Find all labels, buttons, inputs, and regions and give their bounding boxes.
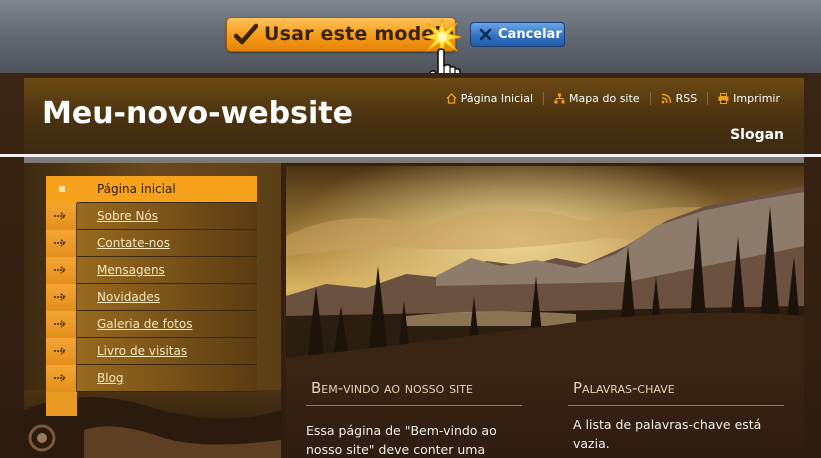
keywords-heading: Palavras-chave (573, 379, 675, 397)
menu-item-label: Página inicial (97, 182, 176, 196)
menu-item-label: Contate-nos (97, 236, 171, 250)
close-icon (479, 28, 492, 41)
keywords-text: A lista de palavras-chave está vazia. (573, 417, 762, 451)
print-link[interactable]: Imprimir (707, 92, 780, 105)
sitemap-link-label: Mapa do site (569, 92, 640, 105)
sitemap-icon (554, 93, 565, 104)
menu-item-label: Mensagens (97, 263, 165, 277)
menu-item-label: Sobre Nós (97, 209, 159, 223)
cancel-label: Cancelar (498, 27, 562, 42)
welcome-divider (306, 405, 522, 406)
arrow-right-icon (46, 283, 77, 311)
menu-item[interactable]: Galeria de fotos (46, 310, 257, 338)
home-icon (446, 93, 457, 104)
menu-item-label: Blog (97, 371, 124, 385)
menu-item-label: Livro de visitas (97, 344, 188, 358)
bullet-icon (46, 175, 77, 203)
checkmark-icon (234, 23, 258, 45)
home-link-label: Página Inicial (460, 92, 534, 105)
menu-end-tab (46, 392, 77, 416)
menu-item-label: Galeria de fotos (97, 317, 193, 331)
print-link-label: Imprimir (733, 92, 780, 105)
arrow-right-icon (46, 256, 77, 284)
arrow-right-icon (46, 337, 77, 365)
menu-item[interactable]: Livro de visitas (46, 337, 257, 365)
printer-icon (718, 93, 729, 104)
keywords-divider (568, 405, 784, 406)
arrow-right-icon (46, 229, 77, 257)
arrow-right-icon (46, 364, 77, 392)
rss-link-label: RSS (675, 92, 698, 105)
home-link[interactable]: Página Inicial (436, 92, 543, 105)
site-title: Meu-novo-website (42, 96, 353, 131)
menu-item[interactable]: Novidades (46, 283, 257, 311)
rss-link[interactable]: RSS (649, 92, 708, 105)
arrow-right-icon (46, 310, 77, 338)
arrow-right-icon (46, 202, 77, 230)
cancel-button[interactable]: Cancelar (470, 22, 565, 47)
welcome-text: Essa página de "Bem-vindo ao nosso site"… (306, 423, 497, 457)
sidebar-menu: Página inicial Sobre Nós Contate-nos Mensag… (46, 175, 257, 392)
menu-item[interactable]: Blog (46, 364, 257, 392)
menu-item[interactable]: Página inicial (46, 175, 257, 203)
welcome-heading: Bem-vindo ao nosso site (311, 379, 473, 397)
menu-item[interactable]: Sobre Nós (46, 202, 257, 230)
menu-item[interactable]: Contate-nos (46, 229, 257, 257)
rss-icon (661, 93, 671, 104)
site-slogan: Slogan (730, 127, 784, 143)
menu-item-label: Novidades (97, 290, 160, 304)
menu-item[interactable]: Mensagens (46, 256, 257, 284)
landscape-photo (286, 166, 804, 371)
hero-landscape-image (286, 166, 804, 371)
sitemap-link[interactable]: Mapa do site (543, 92, 650, 105)
top-links: Página Inicial Mapa do site RSS Imprimir (436, 92, 780, 105)
